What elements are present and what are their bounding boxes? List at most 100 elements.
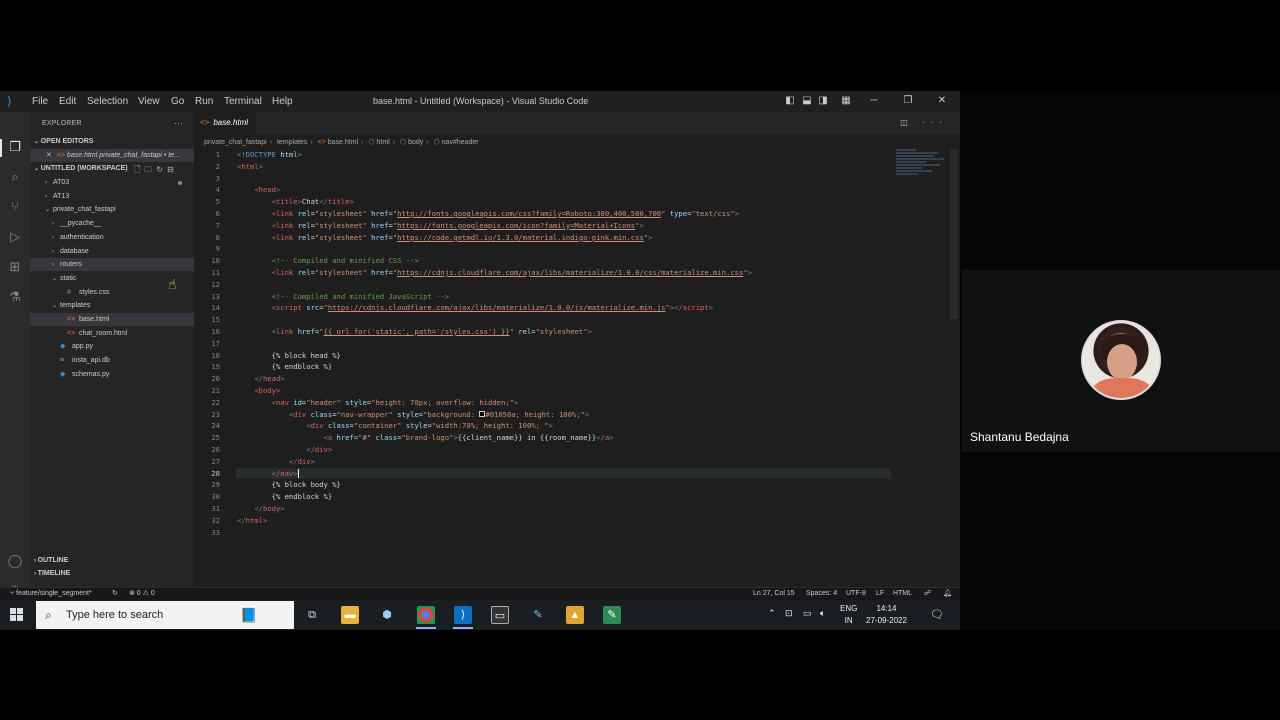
tree-item[interactable]: ◆ app.py bbox=[30, 340, 194, 353]
eol-status[interactable]: LF bbox=[876, 588, 884, 600]
vertical-scrollbar[interactable] bbox=[950, 149, 958, 319]
explorer-header: EXPLORER bbox=[42, 120, 82, 127]
close-editor-icon[interactable]: ✕ bbox=[46, 152, 52, 159]
breadcrumb-item[interactable]: html bbox=[376, 139, 389, 146]
outline-section[interactable]: › OUTLINE bbox=[34, 557, 68, 564]
taskbar-search-box[interactable]: ⌕ Type here to search 📘 bbox=[36, 601, 294, 629]
extensions-icon[interactable]: ⊞ bbox=[6, 259, 24, 277]
code-line: </head> bbox=[254, 374, 285, 384]
menu-edit[interactable]: Edit bbox=[59, 96, 76, 107]
feedback-icon[interactable]: ☍ bbox=[924, 588, 931, 600]
battery-icon[interactable]: ▭ bbox=[803, 608, 812, 619]
code-line: {% block head %} bbox=[271, 350, 341, 360]
menu-terminal[interactable]: Terminal bbox=[224, 96, 262, 107]
toggle-sidebar-icon[interactable]: ◧ bbox=[784, 95, 796, 107]
open-editors-section[interactable]: ⌄ OPEN EDITORS bbox=[34, 138, 93, 145]
network-tray-icon[interactable]: ⊡ bbox=[785, 608, 793, 619]
minimize-icon[interactable]: ─ bbox=[868, 95, 880, 107]
restore-icon[interactable]: ❐ bbox=[902, 95, 914, 107]
menu-view[interactable]: View bbox=[138, 96, 160, 107]
line-number: 5 bbox=[215, 197, 220, 207]
tab-base-html[interactable]: <> base.html bbox=[194, 112, 256, 134]
vscode-taskbar-icon[interactable]: ⟩ bbox=[454, 606, 472, 624]
code-line: <link href="{{ url_for('static', path='/… bbox=[271, 326, 592, 336]
line-number: 25 bbox=[211, 433, 220, 443]
input-language[interactable]: ENG IN bbox=[840, 603, 857, 627]
app-icon[interactable]: ▲ bbox=[566, 606, 584, 624]
menu-selection[interactable]: Selection bbox=[87, 96, 128, 107]
search-icon[interactable]: ⌕ bbox=[6, 169, 24, 187]
tree-item[interactable]: ≡ insta_api.db bbox=[30, 354, 194, 367]
accounts-icon[interactable]: ◯ bbox=[6, 553, 24, 571]
more-actions-icon[interactable]: ··· bbox=[174, 118, 183, 128]
minimap[interactable] bbox=[896, 149, 948, 189]
run-debug-icon[interactable]: ▷ bbox=[6, 229, 24, 247]
tree-item-label: app.py bbox=[72, 343, 94, 351]
breadcrumb-item[interactable]: body bbox=[408, 139, 423, 146]
tree-item-label: __pycache__ bbox=[60, 220, 102, 228]
testing-icon[interactable]: ⚗ bbox=[6, 289, 24, 307]
status-bar: ⑂ feature/single_segment* ↻ ⊗ 0 ⚠ 0 Ln 2… bbox=[0, 587, 960, 600]
toggle-panel-icon[interactable]: ⬓ bbox=[801, 95, 813, 107]
tree-item[interactable]: ⌄ private_chat_fastapi bbox=[30, 203, 194, 216]
breadcrumb-item[interactable]: base.html bbox=[328, 139, 358, 146]
customize-layout-icon[interactable]: ▦ bbox=[840, 95, 852, 107]
source-control-icon[interactable]: ⑂ bbox=[6, 199, 24, 217]
mouse-pointer-icon: ☝ bbox=[168, 277, 177, 293]
volume-icon[interactable]: 🔈︎ bbox=[820, 608, 825, 619]
tree-item[interactable]: <> base.html bbox=[30, 313, 194, 326]
sync-icon[interactable]: ↻ bbox=[112, 588, 118, 600]
code-line: <!DOCTYPE html> bbox=[237, 150, 302, 159]
indentation-status[interactable]: Spaces: 4 bbox=[806, 588, 837, 600]
code-line: <div class="nav-wrapper" style="backgrou… bbox=[288, 409, 590, 419]
code-line: <a href="#" class="brand-logo">{{client_… bbox=[323, 433, 614, 443]
tree-item[interactable]: › AT13 bbox=[30, 190, 194, 203]
paint-icon[interactable]: ✎ bbox=[529, 606, 547, 624]
chrome-icon[interactable] bbox=[417, 606, 435, 624]
menu-help[interactable]: Help bbox=[272, 96, 293, 107]
tree-item[interactable]: <> chat_room.html bbox=[30, 327, 194, 340]
cursor-position[interactable]: Ln 27, Col 15 bbox=[753, 588, 795, 600]
system-clock[interactable]: 14:14 27-09-2022 bbox=[866, 603, 907, 627]
toggle-secondary-sidebar-icon[interactable]: ◨ bbox=[817, 95, 829, 107]
timeline-section[interactable]: › TIMELINE bbox=[34, 570, 70, 577]
breadcrumb-item[interactable]: nav#header bbox=[442, 139, 479, 146]
chevron-right-icon: › bbox=[45, 193, 47, 200]
code-editor[interactable]: 1 <!DOCTYPE html> 2 <html> 3 4 <head> 5 <t… bbox=[194, 149, 894, 538]
3d-viewer-icon[interactable]: ⬢ bbox=[378, 606, 396, 624]
menu-run[interactable]: Run bbox=[195, 96, 213, 107]
problems-status[interactable]: ⊗ 0 ⚠ 0 bbox=[129, 588, 155, 600]
tree-item[interactable]: › database bbox=[30, 245, 194, 258]
tree-item[interactable]: › AT03 bbox=[30, 176, 194, 189]
breadcrumb-item[interactable]: templates bbox=[277, 139, 307, 146]
tree-item[interactable]: › __pycache__ bbox=[30, 217, 194, 230]
windows-start-icon[interactable] bbox=[10, 608, 24, 622]
sheet-app-icon[interactable]: ✎ bbox=[603, 606, 621, 624]
show-hidden-icons[interactable]: ⌃ bbox=[768, 608, 776, 619]
html-file-icon: <> bbox=[200, 118, 210, 127]
explorer-icon[interactable]: ❐ bbox=[6, 139, 24, 157]
language-mode[interactable]: HTML bbox=[893, 588, 912, 600]
encoding-status[interactable]: UTF-8 bbox=[846, 588, 866, 600]
terminal-icon[interactable]: ▭ bbox=[491, 606, 509, 624]
workspace-section[interactable]: ⌄ UNTITLED (WORKSPACE) bbox=[34, 165, 128, 172]
line-number: 9 bbox=[215, 244, 220, 254]
menu-file[interactable]: File bbox=[32, 96, 48, 107]
menu-go[interactable]: Go bbox=[171, 96, 184, 107]
open-editor-item[interactable]: ✕ <> base.html private_chat_fastapi • te… bbox=[30, 149, 194, 162]
split-editor-icon[interactable]: ◫ ··· bbox=[900, 118, 948, 127]
tree-item[interactable]: › authentication bbox=[30, 231, 194, 244]
task-view-icon[interactable]: ⧉ bbox=[303, 606, 321, 624]
file-explorer-icon[interactable]: ▬ bbox=[341, 606, 359, 624]
close-icon[interactable]: ✕ bbox=[936, 95, 948, 107]
notification-center-icon[interactable]: 🗨︎ bbox=[930, 608, 944, 621]
tree-item[interactable]: › routers bbox=[30, 258, 194, 272]
tree-item[interactable]: ◆ schemas.py bbox=[30, 368, 194, 381]
code-line: <nav id="header" style="height: 70px; ov… bbox=[271, 397, 519, 407]
notifications-icon[interactable]: 🔔︎ bbox=[943, 588, 952, 600]
tree-item[interactable]: ⌄ templates bbox=[30, 299, 194, 312]
line-number: 21 bbox=[211, 385, 220, 395]
line-number: 27 bbox=[211, 456, 220, 466]
branch-status[interactable]: ⑂ feature/single_segment* bbox=[10, 588, 92, 600]
breadcrumb-item[interactable]: private_chat_fastapi bbox=[204, 139, 267, 146]
